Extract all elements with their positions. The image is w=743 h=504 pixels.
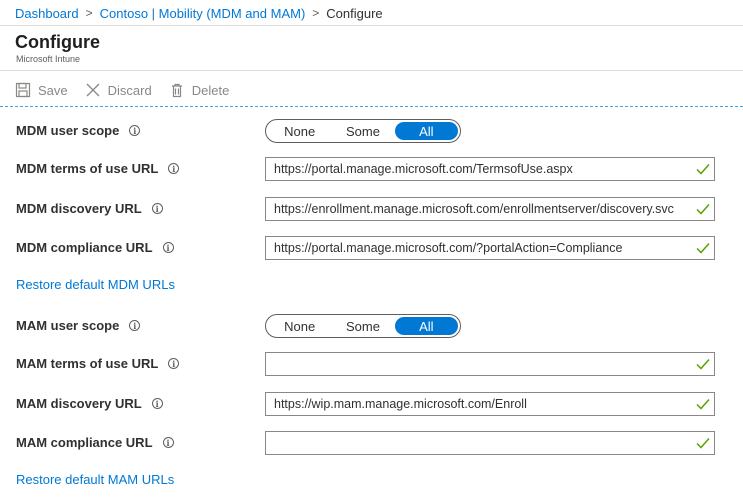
mdm-compliance-url-value: https://portal.manage.microsoft.com/?por…	[274, 241, 623, 255]
mam-discovery-label: MAM discovery URL i	[16, 396, 163, 411]
mdm-discovery-url-input[interactable]: https://enrollment.manage.microsoft.com/…	[265, 197, 715, 221]
checkmark-icon	[694, 242, 712, 254]
mam-discovery-text: MAM discovery URL	[16, 396, 142, 411]
title-divider	[0, 70, 743, 71]
mam-discovery-url-value: https://wip.mam.manage.microsoft.com/Enr…	[274, 397, 527, 411]
save-button[interactable]: Save	[14, 81, 68, 99]
mam-terms-row: MAM terms of use URL i	[0, 352, 743, 376]
page-title: Configure	[15, 32, 100, 52]
breadcrumb-contoso-link[interactable]: Contoso | Mobility (MDM and MAM)	[100, 6, 306, 21]
delete-label: Delete	[191, 82, 230, 98]
mdm-terms-url-value: https://portal.manage.microsoft.com/Term…	[274, 162, 573, 176]
chevron-right-icon: >	[312, 6, 320, 20]
breadcrumb: Dashboard > Contoso | Mobility (MDM and …	[15, 4, 383, 22]
mam-terms-text: MAM terms of use URL	[16, 356, 159, 371]
mdm-compliance-text: MDM compliance URL	[16, 240, 153, 255]
info-icon[interactable]: i	[162, 437, 174, 448]
chevron-right-icon: >	[85, 6, 93, 20]
info-icon[interactable]: i	[168, 163, 180, 174]
info-icon[interactable]: i	[129, 125, 141, 136]
mam-user-scope-text: MAM user scope	[16, 318, 120, 333]
discard-button[interactable]: Discard	[84, 81, 152, 99]
checkmark-icon	[694, 203, 712, 215]
info-icon[interactable]: i	[151, 398, 163, 409]
mdm-discovery-url-value: https://enrollment.manage.microsoft.com/…	[274, 202, 674, 216]
mdm-user-scope-text: MDM user scope	[16, 123, 120, 138]
mdm-terms-url-input[interactable]: https://portal.manage.microsoft.com/Term…	[265, 157, 715, 181]
restore-mam-urls-link[interactable]: Restore default MAM URLs	[16, 472, 174, 487]
mdm-terms-row: MDM terms of use URL i https://portal.ma…	[0, 157, 743, 181]
mdm-terms-label: MDM terms of use URL i	[16, 161, 180, 176]
mam-scope-some[interactable]: Some	[331, 317, 394, 335]
mdm-terms-text: MDM terms of use URL	[16, 161, 159, 176]
mam-scope-all[interactable]: All	[394, 317, 458, 335]
mdm-compliance-url-input[interactable]: https://portal.manage.microsoft.com/?por…	[265, 236, 715, 260]
mdm-scope-some[interactable]: Some	[331, 122, 394, 140]
checkmark-icon	[694, 437, 712, 449]
discard-label: Discard	[107, 82, 152, 98]
mam-discovery-row: MAM discovery URL i https://wip.mam.mana…	[0, 392, 743, 416]
checkmark-icon	[694, 398, 712, 410]
mam-user-scope-label: MAM user scope i	[16, 318, 141, 333]
close-icon	[84, 81, 102, 99]
mdm-user-scope-row: MDM user scope i None Some All	[0, 119, 743, 143]
mdm-compliance-row: MDM compliance URL i https://portal.mana…	[0, 236, 743, 260]
page-subtitle: Microsoft Intune	[16, 54, 81, 64]
mdm-discovery-text: MDM discovery URL	[16, 201, 142, 216]
save-label: Save	[38, 82, 68, 98]
breadcrumb-current: Configure	[326, 5, 383, 21]
command-bar: Save Discard Delete	[14, 80, 245, 100]
trash-icon	[168, 81, 186, 99]
mam-terms-url-input[interactable]	[265, 352, 715, 376]
mam-compliance-url-input[interactable]	[265, 431, 715, 455]
info-icon[interactable]: i	[168, 358, 180, 369]
mam-user-scope-toggle: None Some All	[265, 314, 461, 338]
save-icon	[14, 81, 32, 99]
mdm-discovery-row: MDM discovery URL i https://enrollment.m…	[0, 197, 743, 221]
mdm-user-scope-label: MDM user scope i	[16, 123, 141, 138]
checkmark-icon	[694, 163, 712, 175]
mdm-scope-none[interactable]: None	[268, 122, 331, 140]
info-icon[interactable]: i	[162, 242, 174, 253]
info-icon[interactable]: i	[151, 203, 163, 214]
mam-compliance-label: MAM compliance URL i	[16, 435, 174, 450]
toolbar-divider	[0, 106, 743, 107]
mam-compliance-text: MAM compliance URL	[16, 435, 153, 450]
mam-user-scope-row: MAM user scope i None Some All	[0, 314, 743, 338]
delete-button[interactable]: Delete	[168, 81, 230, 99]
mam-discovery-url-input[interactable]: https://wip.mam.manage.microsoft.com/Enr…	[265, 392, 715, 416]
mam-compliance-row: MAM compliance URL i	[0, 431, 743, 455]
restore-mdm-urls-link[interactable]: Restore default MDM URLs	[16, 277, 175, 292]
header-divider	[0, 25, 743, 26]
mam-terms-label: MAM terms of use URL i	[16, 356, 180, 371]
info-icon[interactable]: i	[129, 320, 141, 331]
breadcrumb-dashboard-link[interactable]: Dashboard	[15, 6, 79, 21]
mam-scope-none[interactable]: None	[268, 317, 331, 335]
mdm-discovery-label: MDM discovery URL i	[16, 201, 163, 216]
mdm-user-scope-toggle: None Some All	[265, 119, 461, 143]
checkmark-icon	[694, 358, 712, 370]
mdm-scope-all[interactable]: All	[394, 122, 458, 140]
mdm-compliance-label: MDM compliance URL i	[16, 240, 174, 255]
